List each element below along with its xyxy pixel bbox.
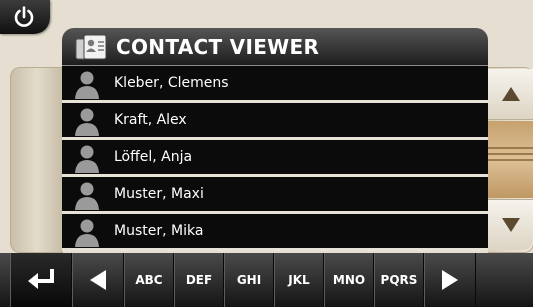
scroll-up-button[interactable] [488,69,533,120]
scroll-thumb[interactable] [488,121,533,198]
power-button[interactable] [0,0,50,34]
key-jkl-button[interactable]: JKL [274,253,324,307]
key-label: ABC [135,273,163,287]
arrow-left-icon [90,270,106,290]
key-pqrs-button[interactable]: PQRS [374,253,424,307]
header-bar: CONTACT VIEWER [62,28,488,66]
key-mno-button[interactable]: MNO [324,253,374,307]
key-def-button[interactable]: DEF [174,253,224,307]
contact-name: Löffel, Anja [114,149,193,165]
previous-page-button[interactable] [72,253,124,307]
contact-name: Muster, Mika [114,223,204,239]
key-label: MNO [332,273,366,287]
return-arrow-icon [28,269,54,289]
contact-name: Kraft, Alex [114,112,187,128]
key-label: JKL [288,273,310,287]
key-ghi-button[interactable]: GHI [224,253,274,307]
page-title: CONTACT VIEWER [116,35,320,59]
grip-line [488,153,533,155]
key-label: PQRS [380,273,418,287]
arrow-right-icon [442,270,458,290]
key-abc-button[interactable]: ABC [124,253,174,307]
person-icon [75,71,99,99]
contact-row[interactable]: Kraft, Alex [62,103,488,140]
arrow-up-icon [502,87,520,101]
arrow-down-icon [502,218,520,232]
contact-card-icon [75,34,107,60]
power-icon [14,6,34,27]
next-page-button[interactable] [424,253,476,307]
back-button[interactable] [10,253,72,307]
person-icon [75,219,99,247]
contact-name: Kleber, Clemens [114,75,229,91]
contact-name: Muster, Maxi [114,186,204,202]
grip-line [488,147,533,149]
grip-line [488,159,533,161]
person-icon [75,182,99,210]
left-side-panel [10,67,63,253]
scroll-down-button[interactable] [488,199,533,250]
person-icon [75,108,99,136]
key-label: GHI [236,273,262,287]
contact-list: Kleber, Clemens Kraft, Alex Löffel, Anja… [62,66,488,251]
contact-row[interactable]: Muster, Mika [62,214,488,251]
contact-row[interactable]: Muster, Maxi [62,177,488,214]
person-icon [75,145,99,173]
contact-row[interactable]: Kleber, Clemens [62,66,488,103]
key-label: DEF [185,273,213,287]
bottom-toolbar: ABC DEF GHI JKL MNO PQRS [0,253,533,307]
contact-row[interactable]: Löffel, Anja [62,140,488,177]
